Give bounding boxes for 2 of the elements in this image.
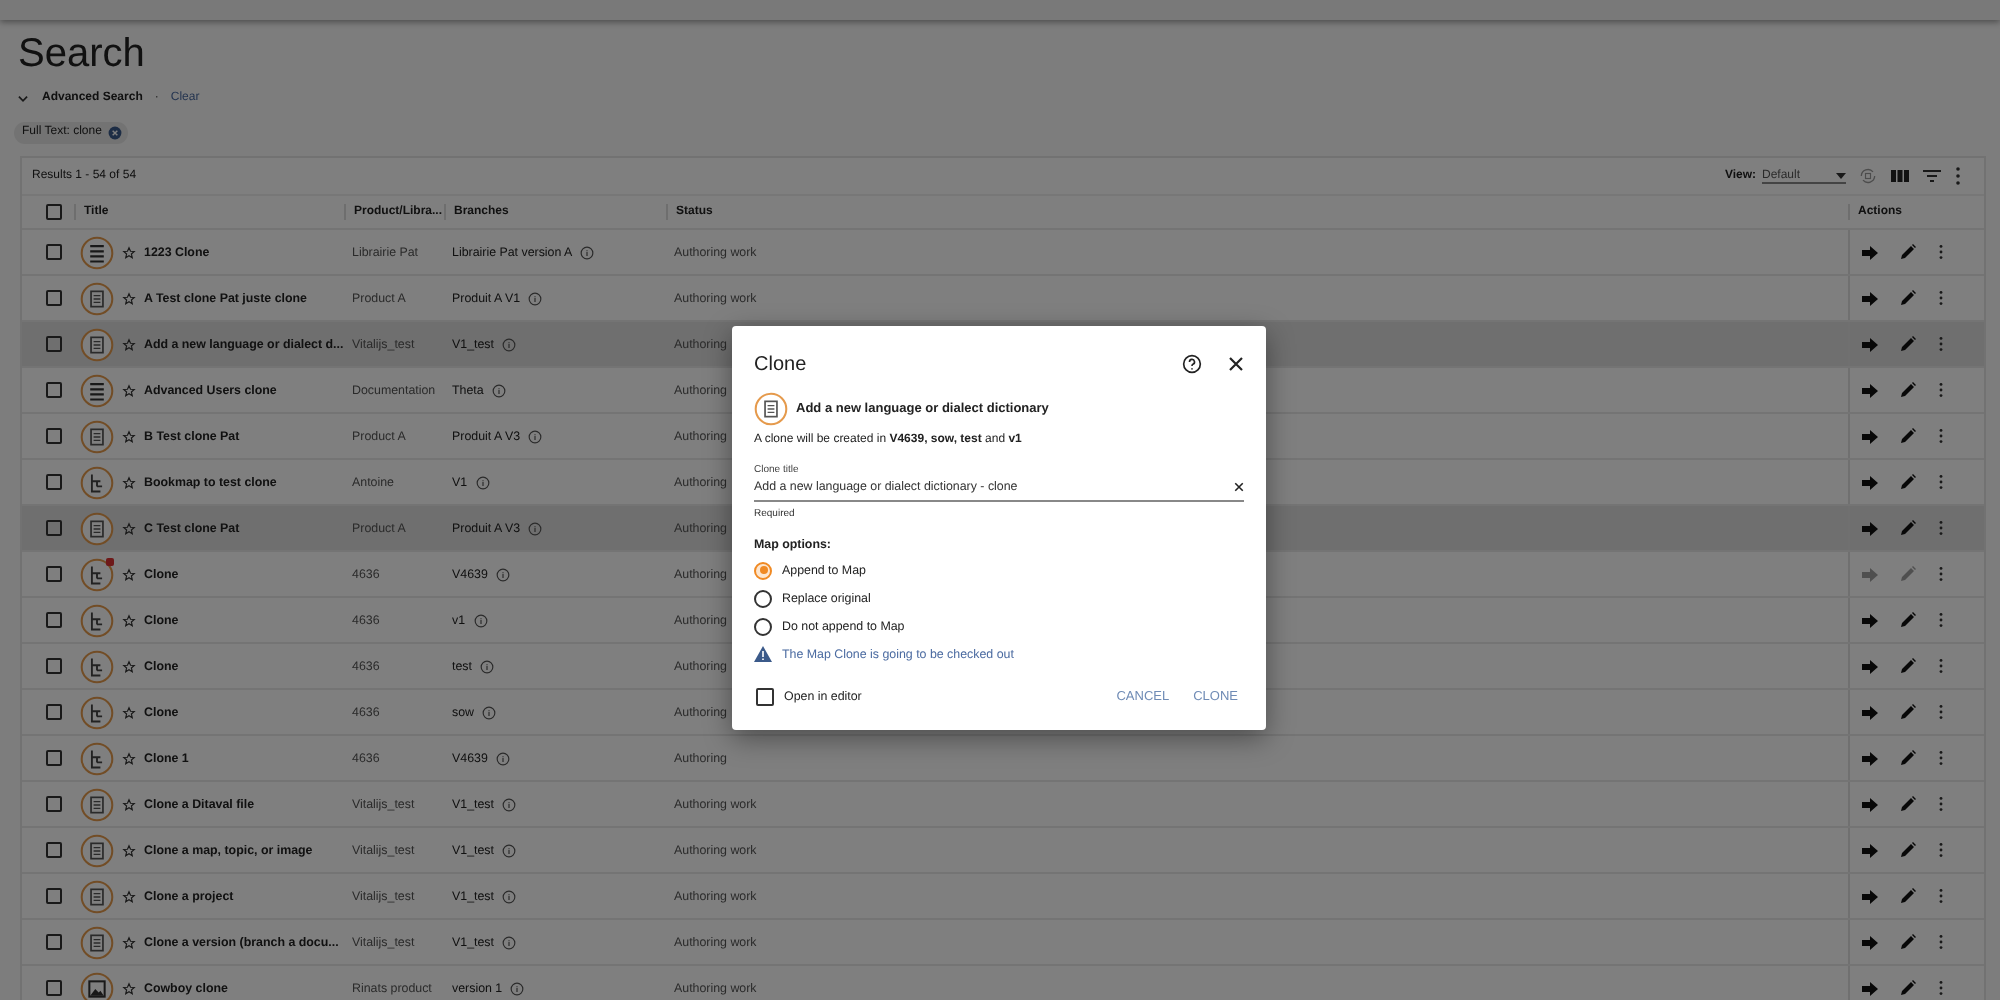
page-title: Search [18, 30, 147, 80]
dialog-title: Clone [754, 353, 807, 375]
